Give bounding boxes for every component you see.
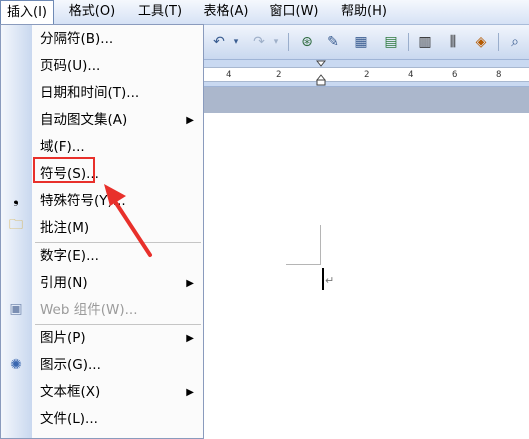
submenu-arrow-icon: ▶ — [186, 115, 194, 126]
menu-item-comment[interactable]: 批注(M) — [32, 215, 202, 242]
undo-icon[interactable]: ↶ — [208, 31, 230, 53]
redo-icon[interactable]: ↷ — [248, 31, 270, 53]
text-cursor — [322, 268, 324, 290]
undo-dropdown-icon[interactable]: ▾ — [230, 31, 242, 53]
menu-item-picture[interactable]: 图片(P) ▶ — [32, 325, 202, 352]
menu-item-file[interactable]: 文件(L)... — [32, 406, 202, 433]
ruler-tick: 4 — [408, 70, 414, 80]
indent-marker-icon[interactable] — [316, 60, 326, 86]
redo-dropdown-icon[interactable]: ▾ — [270, 31, 282, 53]
ruler-tick: 2 — [364, 70, 370, 80]
insert-menu-dropdown: ❟ 🗀 ▣ ✺ 分隔符(B)... 页码(U)... 日期和时间(T)... 自… — [0, 24, 204, 439]
document-top-band — [204, 87, 529, 113]
document-map-icon[interactable]: ◈ — [470, 31, 492, 53]
menu-item-web-component: Web 组件(W)... — [40, 302, 138, 318]
ruler-tick: 8 — [496, 70, 502, 80]
menu-tools[interactable]: 工具(T) — [132, 0, 188, 24]
insert-table-icon[interactable]: ▦ — [350, 31, 372, 53]
menu-item-autotext[interactable]: 自动图文集(A) ▶ — [32, 107, 202, 134]
paragraph-mark-icon: ↵ — [325, 274, 335, 287]
menu-item-special-symbol[interactable]: 特殊符号(Y)... — [32, 188, 202, 215]
toolbar-separator — [408, 33, 409, 51]
ruler-tick: 2 — [276, 70, 282, 80]
ruler-strip: 4 2 2 4 6 8 — [204, 67, 529, 82]
menu-item-page-numbers[interactable]: 页码(U)... — [32, 53, 202, 80]
document-page[interactable]: ↵ — [204, 113, 529, 439]
bullet-icon: ❟ — [13, 191, 19, 207]
menu-item-diagram[interactable]: 图示(G)... — [32, 352, 202, 379]
menu-bar: 插入(I) 格式(O) 工具(T) 表格(A) 窗口(W) 帮助(H) — [0, 0, 529, 25]
read-icon[interactable]: ⌕ — [504, 31, 526, 53]
hyperlink-icon[interactable]: ⊛ — [296, 31, 318, 53]
menu-format[interactable]: 格式(O) — [62, 0, 122, 24]
menu-help[interactable]: 帮助(H) — [334, 0, 394, 24]
toolbar-separator — [498, 33, 499, 51]
columns-icon[interactable]: ▥ — [414, 31, 436, 53]
submenu-arrow-icon: ▶ — [186, 278, 194, 289]
menu-item-text-box[interactable]: 文本框(X) ▶ — [32, 379, 202, 406]
toolbar-separator — [288, 33, 289, 51]
web-component-icon: ▣ — [9, 301, 23, 317]
horizontal-ruler[interactable]: 4 2 2 4 6 8 — [204, 60, 529, 87]
diagram-icon: ✺ — [10, 357, 22, 373]
margin-corner-mark — [286, 264, 321, 265]
drawing-icon[interactable]: ⫼ — [442, 31, 464, 53]
menu-item-reference[interactable]: 引用(N) ▶ — [32, 270, 202, 297]
menu-table[interactable]: 表格(A) — [196, 0, 256, 24]
menu-item-date-time[interactable]: 日期和时间(T)... — [32, 80, 202, 107]
submenu-arrow-icon: ▶ — [186, 333, 194, 344]
menu-item-break[interactable]: 分隔符(B)... — [32, 26, 202, 53]
menu-insert[interactable]: 插入(I) — [0, 0, 54, 25]
ruler-tick: 4 — [226, 70, 232, 80]
ruler-tick: 6 — [452, 70, 458, 80]
tables-borders-icon[interactable]: ✎ — [322, 31, 344, 53]
folder-icon: 🗀 — [9, 217, 23, 233]
menu-window[interactable]: 窗口(W) — [264, 0, 324, 24]
menu-item-number[interactable]: 数字(E)... — [32, 243, 202, 270]
submenu-arrow-icon: ▶ — [186, 387, 194, 398]
margin-corner-mark — [320, 225, 321, 265]
insert-excel-icon[interactable]: ▤ — [380, 31, 402, 53]
annotation-highlight-box — [33, 157, 95, 183]
